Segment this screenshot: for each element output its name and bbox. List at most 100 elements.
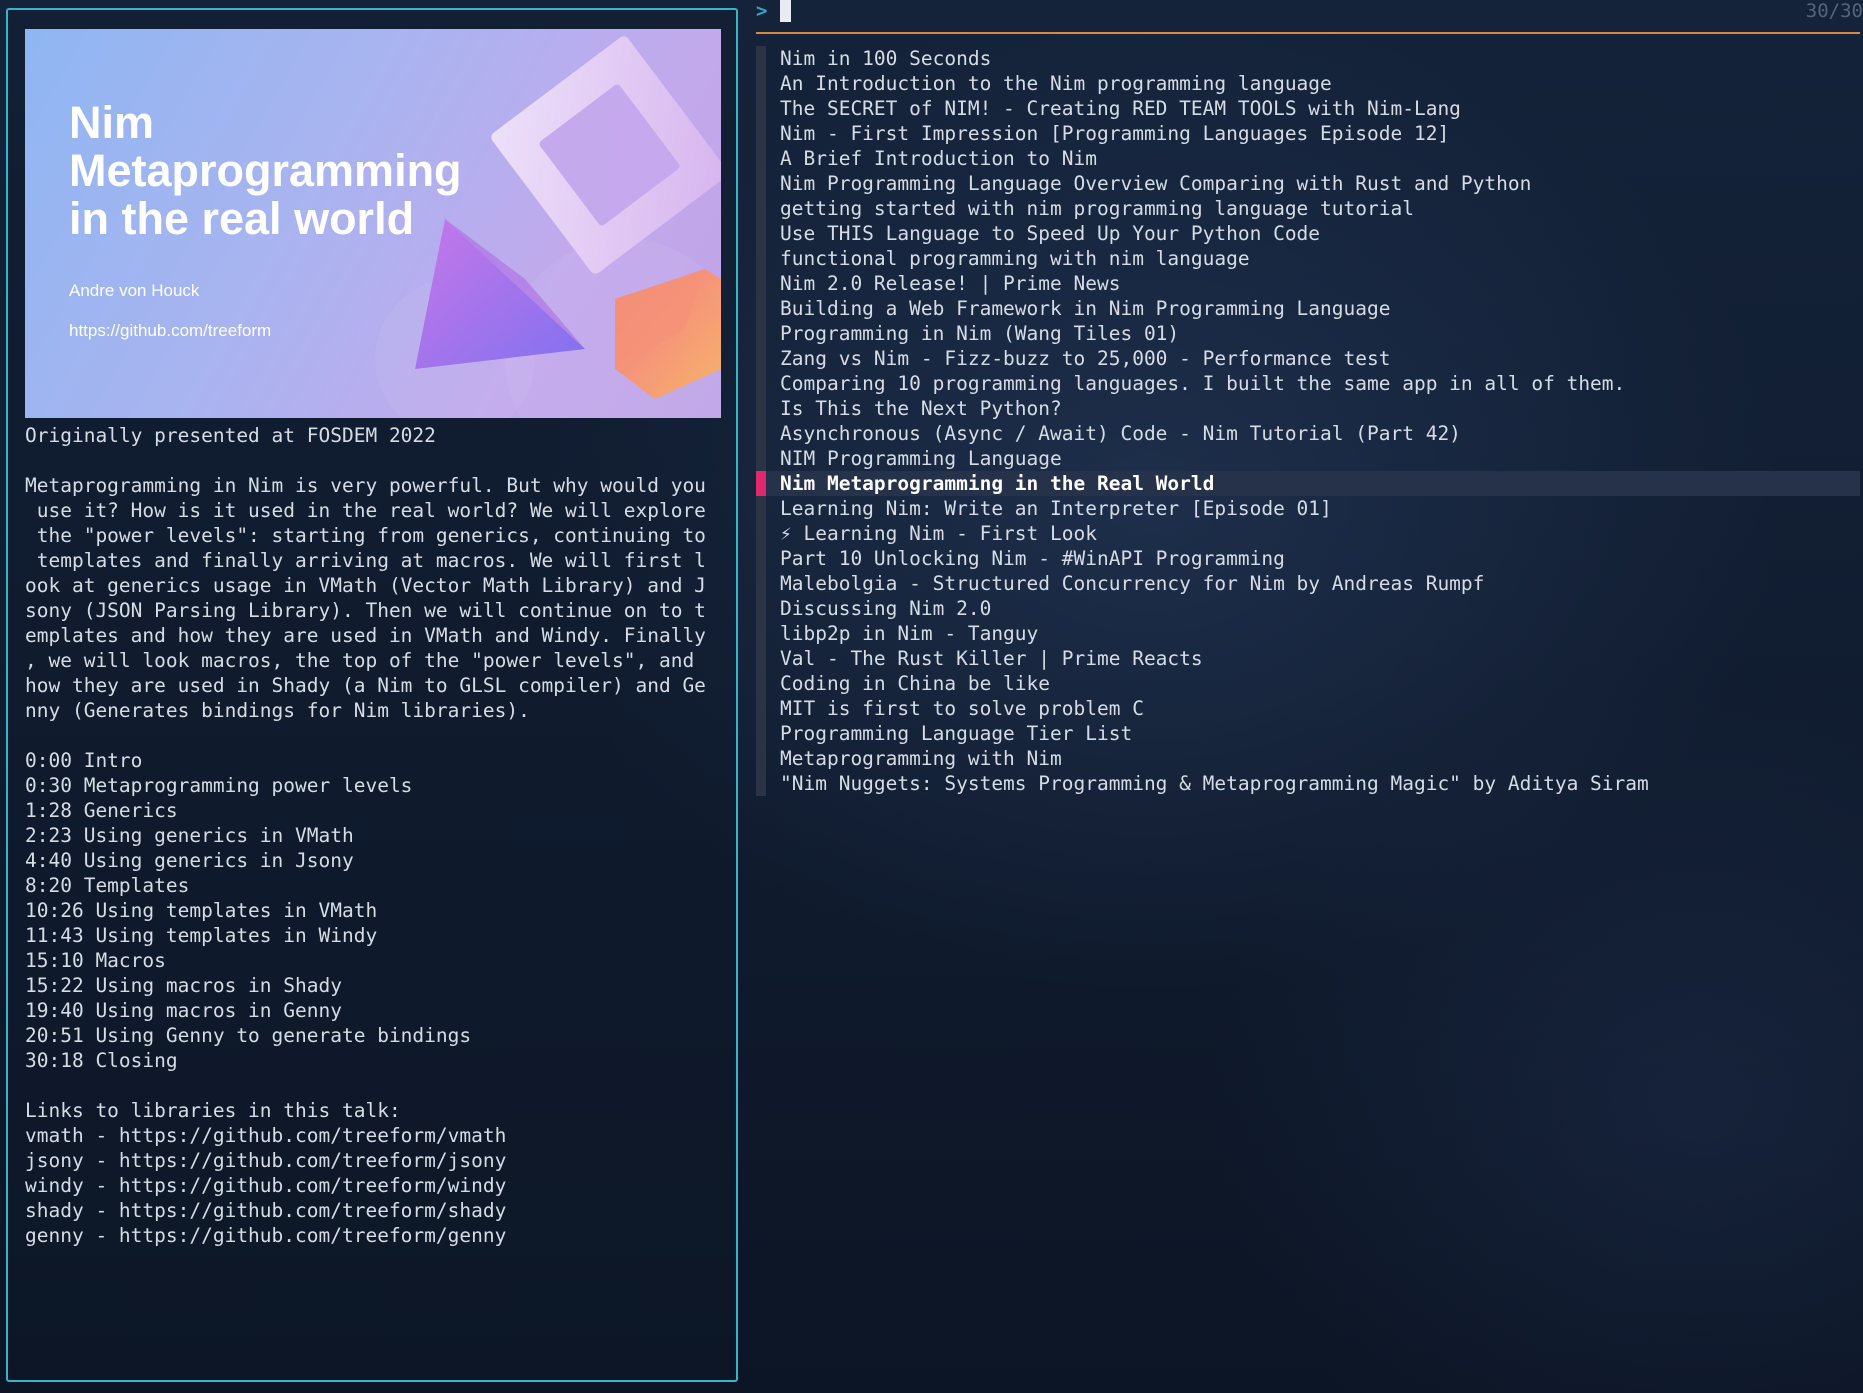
prompt-separator [756,32,1860,34]
list-item-label: A Brief Introduction to Nim [780,147,1097,170]
list-item[interactable]: Zang vs Nim - Fizz-buzz to 25,000 - Perf… [756,346,1860,371]
list-item[interactable]: Part 10 Unlocking Nim - #WinAPI Programm… [756,546,1860,571]
list-item[interactable]: Discussing Nim 2.0 [756,596,1860,621]
list-item[interactable]: Nim Programming Language Overview Compar… [756,171,1860,196]
list-item[interactable]: Nim - First Impression [Programming Lang… [756,121,1860,146]
list-item-label: Nim Metaprogramming in the Real World [780,472,1215,495]
list-item-label: MIT is first to solve problem C [780,697,1144,720]
list-item-label: Nim in 100 Seconds [780,47,992,70]
description-line: use it? How is it used in the real world… [25,499,706,522]
list-item-label: Coding in China be like [780,672,1051,695]
list-item[interactable]: Use THIS Language to Speed Up Your Pytho… [756,221,1860,246]
list-item-label: Metaprogramming with Nim [780,747,1062,770]
list-item[interactable]: Learning Nim: Write an Interpreter [Epis… [756,496,1860,521]
list-item-label: Comparing 10 programming languages. I bu… [780,372,1626,395]
description-line [25,723,725,748]
list-item-label: An Introduction to the Nim programming l… [780,72,1332,95]
match-counter: 30/30 [1805,0,1863,22]
list-item[interactable]: Programming Language Tier List [756,721,1860,746]
list-item[interactable]: Malebolgia - Structured Concurrency for … [756,571,1860,596]
description-line: windy - https://github.com/treeform/wind… [25,1174,507,1197]
description-line: Metaprogramming in Nim is very powerful.… [25,474,706,497]
preview-pane: Nim Metaprogramming in the real world An… [6,8,738,1382]
description-line: 15:22 Using macros in Shady [25,974,342,997]
thumbnail-link: https://github.com/treeform [69,321,272,340]
list-item[interactable]: Val - The Rust Killer | Prime Reacts [756,646,1860,671]
list-item[interactable]: The SECRET of NIM! - Creating RED TEAM T… [756,96,1860,121]
prompt-chevron-icon: > [756,0,768,22]
description-line [25,1073,725,1098]
list-item-selected[interactable]: Nim Metaprogramming in the Real World [756,471,1860,496]
list-item[interactable]: "Nim Nuggets: Systems Programming & Meta… [756,771,1860,796]
list-item-label: Val - The Rust Killer | Prime Reacts [780,647,1203,670]
list-item-label: Nim 2.0 Release! | Prime News [780,272,1121,295]
list-item-label: functional programming with nim language [780,247,1250,270]
video-description: Originally presented at FOSDEM 2022 Metap… [25,423,725,1248]
list-item-label: Programming in Nim (Wang Tiles 01) [780,322,1180,345]
list-item-label: Learning Nim: Write an Interpreter [Epis… [780,497,1332,520]
list-item[interactable]: libp2p in Nim - Tanguy [756,621,1860,646]
list-item[interactable]: Asynchronous (Async / Await) Code - Nim … [756,421,1860,446]
list-item-label: Use THIS Language to Speed Up Your Pytho… [780,222,1321,245]
list-item-label: Building a Web Framework in Nim Programm… [780,297,1391,320]
list-item[interactable]: Coding in China be like [756,671,1860,696]
list-item[interactable]: getting started with nim programming lan… [756,196,1860,221]
text-cursor[interactable] [780,0,791,22]
description-line: 10:26 Using templates in VMath [25,899,378,922]
description-line: 1:28 Generics [25,799,178,822]
list-item[interactable]: Nim 2.0 Release! | Prime News [756,271,1860,296]
description-line: Links to libraries in this talk: [25,1099,401,1122]
results-list[interactable]: Nim in 100 Seconds An Introduction to the… [756,46,1860,796]
description-line: the "power levels": starting from generi… [25,524,706,547]
list-item-label: Asynchronous (Async / Await) Code - Nim … [780,422,1461,445]
description-line: ook at generics usage in VMath (Vector M… [25,574,706,597]
list-item[interactable]: Metaprogramming with Nim [756,746,1860,771]
list-item[interactable]: A Brief Introduction to Nim [756,146,1860,171]
list-item[interactable]: Nim in 100 Seconds [756,46,1860,71]
description-line: 19:40 Using macros in Genny [25,999,342,1022]
list-item[interactable]: Building a Web Framework in Nim Programm… [756,296,1860,321]
thumbnail-author: Andre von Houck [69,281,200,300]
list-item-label: Part 10 Unlocking Nim - #WinAPI Programm… [780,547,1285,570]
list-item[interactable]: Is This the Next Python? [756,396,1860,421]
list-item[interactable]: ⚡ Learning Nim - First Look [756,521,1860,546]
list-item-label: Malebolgia - Structured Concurrency for … [780,572,1485,595]
description-line: 20:51 Using Genny to generate bindings [25,1024,472,1047]
thumbnail-title: Nim Metaprogramming in the real world [69,97,462,244]
description-line: 15:10 Macros [25,949,166,972]
description-line: Originally presented at FOSDEM 2022 [25,424,436,447]
description-line: vmath - https://github.com/treeform/vmat… [25,1124,507,1147]
description-line: nny (Generates bindings for Nim librarie… [25,699,530,722]
list-item[interactable]: Comparing 10 programming languages. I bu… [756,371,1860,396]
search-prompt-row[interactable]: > 30/30 [756,0,1863,24]
list-item-label: NIM Programming Language [780,447,1062,470]
list-item-label: "Nim Nuggets: Systems Programming & Meta… [780,772,1649,795]
list-item-label: Nim - First Impression [Programming Lang… [780,122,1450,145]
list-item-label: Nim Programming Language Overview Compar… [780,172,1532,195]
description-line: genny - https://github.com/treeform/genn… [25,1224,507,1247]
list-item[interactable]: MIT is first to solve problem C [756,696,1860,721]
list-item[interactable]: An Introduction to the Nim programming l… [756,71,1860,96]
list-item-label: The SECRET of NIM! - Creating RED TEAM T… [780,97,1461,120]
description-line: shady - https://github.com/treeform/shad… [25,1199,507,1222]
description-line: jsony - https://github.com/treeform/json… [25,1149,507,1172]
description-line: sony (JSON Parsing Library). Then we wil… [25,599,706,622]
list-item-label: Discussing Nim 2.0 [780,597,992,620]
description-line: 11:43 Using templates in Windy [25,924,378,947]
description-line: 0:30 Metaprogramming power levels [25,774,413,797]
description-line [25,448,725,473]
list-item-label: ⚡ Learning Nim - First Look [780,522,1097,545]
list-item-label: Is This the Next Python? [780,397,1062,420]
list-item[interactable]: NIM Programming Language [756,446,1860,471]
list-item-label: getting started with nim programming lan… [780,197,1414,220]
list-item[interactable]: functional programming with nim language [756,246,1860,271]
list-item-label: Zang vs Nim - Fizz-buzz to 25,000 - Perf… [780,347,1391,370]
video-thumbnail: Nim Metaprogramming in the real world An… [25,29,721,418]
description-line: 30:18 Closing [25,1049,178,1072]
list-item[interactable]: Programming in Nim (Wang Tiles 01) [756,321,1860,346]
description-line: , we will look macros, the top of the "p… [25,649,695,672]
description-line: templates and finally arriving at macros… [25,549,706,572]
selection-marker [756,471,766,496]
description-line: 4:40 Using generics in Jsony [25,849,354,872]
description-line: emplates and how they are used in VMath … [25,624,706,647]
